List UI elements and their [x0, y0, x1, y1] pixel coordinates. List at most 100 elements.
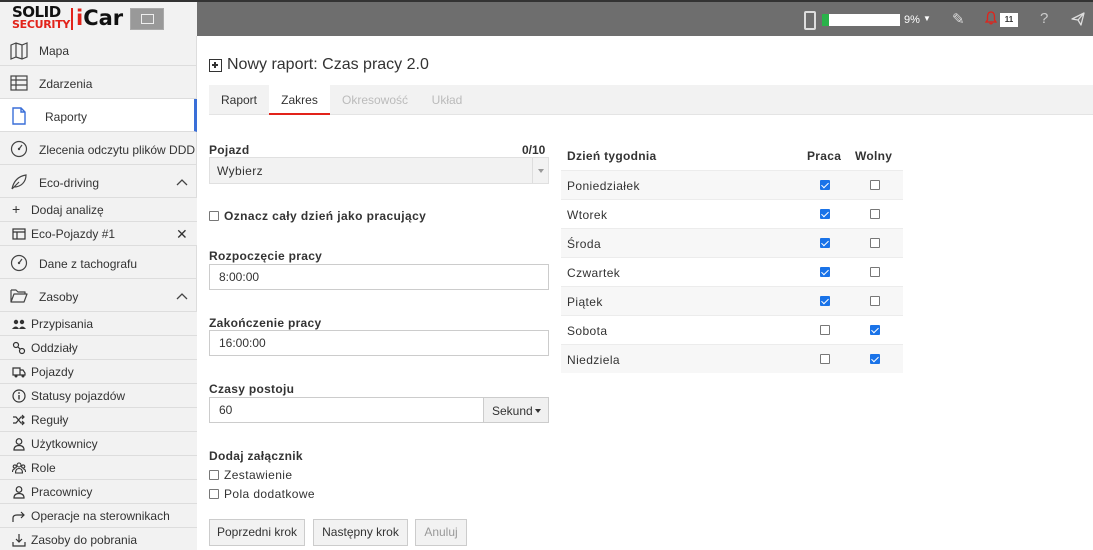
previous-step-button[interactable]: Poprzedni krok: [209, 519, 305, 546]
sidebar-subitem-label: Oddziały: [31, 341, 78, 355]
idle-time-input[interactable]: [209, 397, 484, 423]
logo-security-text: SECURITY: [12, 18, 71, 31]
day-name: Czwartek: [567, 266, 621, 280]
usage-progress-text[interactable]: 9%: [904, 14, 920, 26]
idle-unit-label: Sekund: [492, 404, 533, 418]
sidebar-item-mapa[interactable]: Mapa: [0, 36, 197, 66]
sidebar-subitem-pojazdy[interactable]: Pojazdy: [0, 360, 197, 384]
users-link-icon: [12, 319, 26, 329]
notification-count-badge[interactable]: 11: [1000, 13, 1018, 27]
start-time-label: Rozpoczęcie pracy: [209, 249, 323, 263]
cancel-button[interactable]: Anuluj: [415, 519, 467, 546]
sidebar-item-zlecenia-ddd[interactable]: Zlecenia odczytu plików DDD: [0, 132, 197, 165]
bell-icon[interactable]: [985, 11, 997, 25]
week-header-free: Wolny: [855, 149, 893, 163]
logo-icar-text: iCar: [76, 6, 123, 30]
sidebar-subitem-dodaj-analize[interactable]: + Dodaj analizę: [0, 198, 197, 222]
free-day-checkbox[interactable]: [870, 238, 880, 248]
table-row: Sobota: [561, 315, 903, 344]
tachograph-icon: [10, 254, 28, 272]
usage-progress-fill: [822, 14, 830, 26]
download-icon: [12, 534, 26, 547]
sidebar-subitem-eco-pojazdy[interactable]: Eco-Pojazdy #1 ✕: [0, 222, 197, 246]
table-icon: [10, 75, 28, 91]
plus-icon: +: [12, 201, 21, 217]
week-header-day: Dzień tygodnia: [567, 149, 657, 163]
work-day-checkbox[interactable]: [820, 180, 830, 190]
chevron-down-icon: [532, 158, 548, 183]
sidebar-item-eco-driving[interactable]: Eco-driving: [0, 165, 197, 198]
usage-progress-bar[interactable]: [822, 14, 900, 26]
table-row: Piątek: [561, 286, 903, 315]
sidebar-subitem-label: Pracownicy: [31, 485, 93, 499]
sidebar-subitem-role[interactable]: Role: [0, 456, 197, 480]
table-row: Czwartek: [561, 257, 903, 286]
sidebar-subitem-oddzialy[interactable]: Oddziały: [0, 336, 197, 360]
vehicle-select[interactable]: Wybierz: [209, 157, 549, 184]
end-time-label: Zakończenie pracy: [209, 316, 322, 330]
sidebar-subitem-operacje-sterowniki[interactable]: Operacje na sterownikach: [0, 504, 197, 528]
attach-summary-label: Zestawienie: [224, 468, 293, 482]
next-step-button[interactable]: Następny krok: [313, 519, 408, 546]
free-day-checkbox[interactable]: [870, 209, 880, 219]
day-name: Piątek: [567, 295, 603, 309]
day-name: Środa: [567, 237, 602, 251]
sidebar-item-dane-tachografu[interactable]: Dane z tachografu: [0, 246, 197, 279]
day-name: Poniedziałek: [567, 179, 640, 193]
help-icon[interactable]: ?: [1040, 10, 1048, 27]
sidebar-subitem-reguly[interactable]: Reguły: [0, 408, 197, 432]
truck-icon: [12, 367, 26, 378]
menu-toggle-button[interactable]: [130, 8, 164, 30]
tab-raport[interactable]: Raport: [209, 85, 269, 115]
sidebar-item-raporty[interactable]: Raporty: [0, 99, 197, 132]
sidebar-subitem-zasoby-do-pobrania[interactable]: Zasoby do pobrania: [0, 528, 197, 550]
pencil-icon[interactable]: ✎: [952, 10, 965, 28]
close-icon[interactable]: ✕: [176, 226, 188, 243]
chevron-up-icon[interactable]: [176, 178, 188, 186]
idle-unit-dropdown[interactable]: Sekund: [483, 397, 549, 423]
share-icon: [12, 511, 25, 522]
top-bar: SOLID SECURITY iCar 9% ▼ ✎ 11 ?: [0, 0, 1093, 36]
free-day-checkbox[interactable]: [870, 325, 880, 335]
branches-icon: [12, 341, 26, 355]
page-title: Nowy raport: Czas pracy 2.0: [227, 56, 429, 73]
table-row: Poniedziałek: [561, 170, 903, 199]
work-day-checkbox[interactable]: [820, 267, 830, 277]
table-row: Wtorek: [561, 199, 903, 228]
whole-day-checkbox[interactable]: [209, 211, 219, 221]
work-day-checkbox[interactable]: [820, 325, 830, 335]
work-day-checkbox[interactable]: [820, 209, 830, 219]
sidebar-item-zdarzenia[interactable]: Zdarzenia: [0, 66, 197, 99]
sidebar-subitem-pracownicy[interactable]: Pracownicy: [0, 480, 197, 504]
free-day-checkbox[interactable]: [870, 296, 880, 306]
work-day-checkbox[interactable]: [820, 354, 830, 364]
work-day-checkbox[interactable]: [820, 296, 830, 306]
phone-icon[interactable]: [804, 11, 816, 30]
sidebar-subitem-label: Reguły: [31, 413, 69, 427]
sidebar-item-zasoby[interactable]: Zasoby: [0, 279, 197, 312]
free-day-checkbox[interactable]: [870, 267, 880, 277]
send-icon[interactable]: [1070, 11, 1086, 27]
sidebar-item-label: Zdarzenia: [39, 77, 93, 91]
table-row: Środa: [561, 228, 903, 257]
logo[interactable]: SOLID SECURITY iCar: [0, 2, 197, 36]
sidebar-subitem-statusy-pojazdow[interactable]: Statusy pojazdów: [0, 384, 197, 408]
chevron-up-icon[interactable]: [176, 292, 188, 300]
sidebar-item-label: Eco-driving: [39, 176, 100, 190]
attach-fields-checkbox[interactable]: [209, 489, 219, 499]
vehicle-counter: 0/10: [522, 143, 546, 157]
start-time-input[interactable]: [209, 264, 549, 290]
idle-time-label: Czasy postoju: [209, 382, 295, 396]
tab-zakres[interactable]: Zakres: [269, 85, 330, 115]
sidebar-subitem-przypisania[interactable]: Przypisania: [0, 312, 197, 336]
free-day-checkbox[interactable]: [870, 180, 880, 190]
sidebar-subitem-label: Eco-Pojazdy #1: [31, 227, 116, 241]
chevron-down-icon[interactable]: ▼: [923, 14, 931, 23]
sidebar-subitem-uzytkownicy[interactable]: Użytkownicy: [0, 432, 197, 456]
attach-summary-checkbox[interactable]: [209, 470, 219, 480]
sidebar-item-label: Zlecenia odczytu plików DDD: [39, 143, 196, 157]
tachograph-icon: [10, 140, 28, 158]
end-time-input[interactable]: [209, 330, 549, 356]
work-day-checkbox[interactable]: [820, 238, 830, 248]
free-day-checkbox[interactable]: [870, 354, 880, 364]
